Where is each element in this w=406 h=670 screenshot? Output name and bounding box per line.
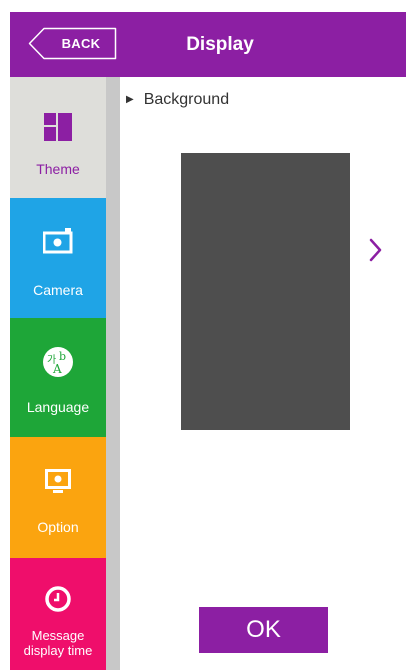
sidebar-item-camera[interactable]: Camera [10,198,106,318]
sidebar-item-theme[interactable]: Theme [10,77,106,198]
header-bar: BACK Display [10,12,406,77]
sidebar-item-option[interactable]: Option [10,437,106,558]
sidebar-item-language[interactable]: 가 b A Language [10,318,106,437]
back-button[interactable]: BACK [28,27,117,60]
monitor-icon [10,469,106,495]
section-label: ▶ Background [126,90,229,110]
section-label-text: Background [143,91,230,108]
triangle-right-icon: ▶ [126,94,134,105]
svg-text:A: A [52,362,62,376]
sidebar: Theme Camera 가 b A Language Option Messa… [10,77,106,670]
camera-icon [10,228,106,254]
theme-icon [10,113,106,141]
language-icon: 가 b A [10,346,106,378]
sidebar-item-label: Theme [36,161,80,177]
back-button-label: BACK [61,36,101,51]
sidebar-item-label: Camera [33,282,83,298]
chevron-right-icon[interactable] [366,235,386,265]
sidebar-item-label: Option [37,519,79,535]
sidebar-item-label: Language [26,399,90,415]
page-title: Display [186,34,254,55]
clock-icon [10,586,106,612]
background-preview[interactable] [181,153,350,430]
sidebar-item-message-display-time[interactable]: Message display time [10,558,106,670]
sidebar-divider [106,77,120,670]
ok-button[interactable]: OK [199,607,328,653]
sidebar-item-label-line1: Message [31,628,85,643]
sidebar-item-label-line2: display time [23,643,93,658]
